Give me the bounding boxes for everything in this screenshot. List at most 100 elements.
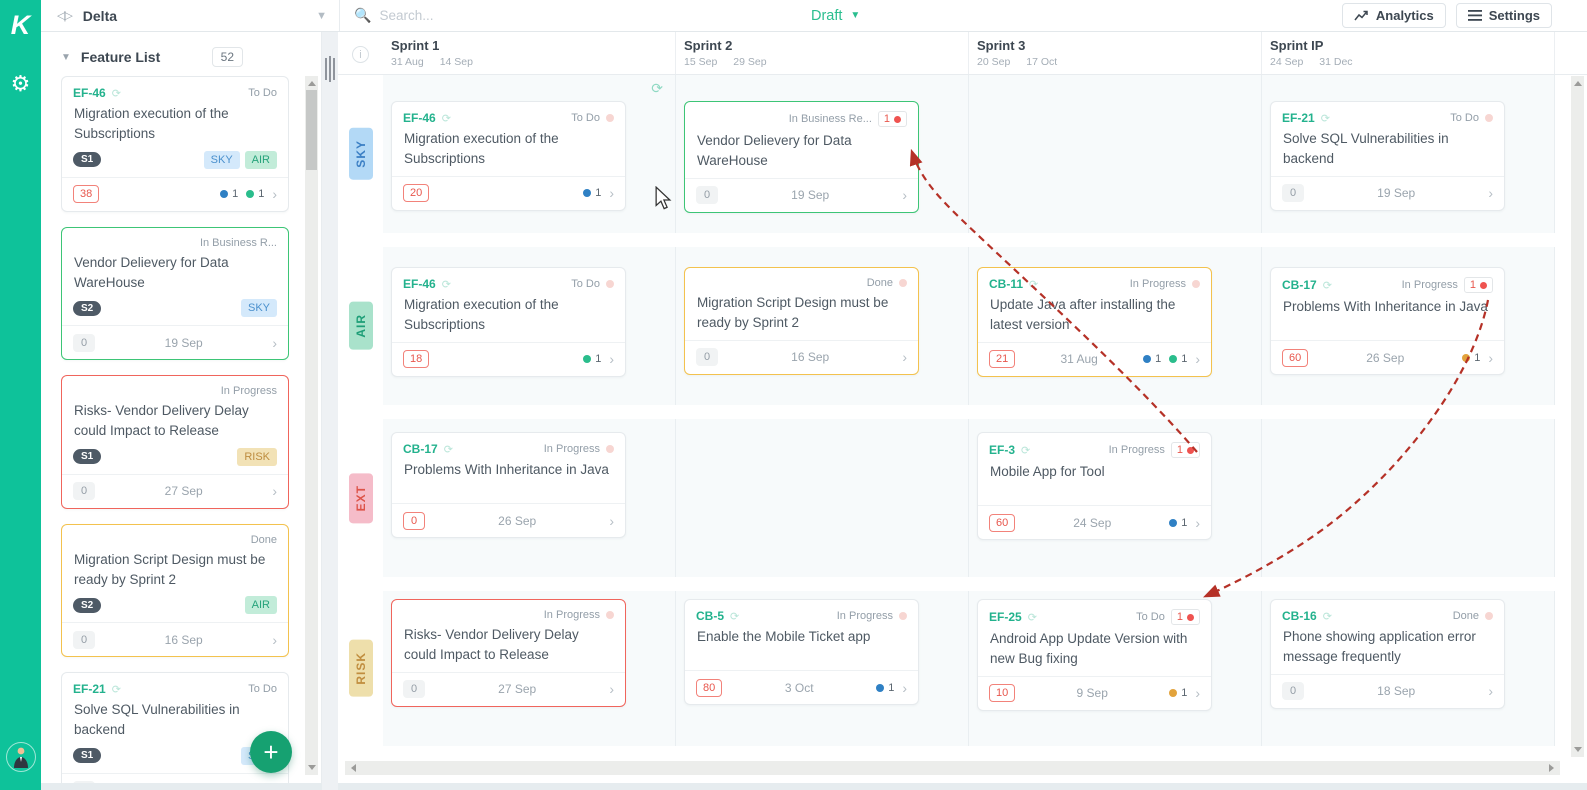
feature-list-scrollbar[interactable] — [305, 76, 318, 775]
scroll-up-icon[interactable] — [308, 81, 316, 86]
open-card-chevron-icon[interactable]: › — [272, 187, 277, 201]
open-card-chevron-icon[interactable]: › — [1488, 684, 1493, 698]
scrollbar-thumb[interactable] — [306, 90, 317, 170]
search-box[interactable]: 🔍 — [340, 7, 550, 24]
scroll-down-icon[interactable] — [1574, 747, 1582, 752]
board-horizontal-scrollbar[interactable] — [345, 761, 1560, 775]
alert-count: 1 — [1469, 279, 1476, 291]
open-card-chevron-icon[interactable]: › — [272, 484, 277, 498]
card-date: 19 Sep — [1377, 186, 1416, 200]
open-card-chevron-icon[interactable]: › — [1195, 352, 1200, 366]
open-card-chevron-icon[interactable]: › — [609, 514, 614, 528]
open-card-chevron-icon[interactable]: › — [609, 186, 614, 200]
open-card-chevron-icon[interactable]: › — [1195, 516, 1200, 530]
task-card[interactable]: In Progress Risks- Vendor Delivery Delay … — [61, 375, 289, 509]
task-card[interactable]: CB-17 ⟳ In Progress 1 Problems With Inherita… — [1270, 267, 1505, 375]
story-points-badge: 0 — [73, 482, 95, 500]
task-card[interactable]: EF-46 ⟳ To Do Migration execution of the Su… — [61, 76, 289, 212]
task-card[interactable]: CB-17 ⟳ In Progress Problems With Inheritan… — [391, 432, 626, 538]
card-footer: 20 1 › — [392, 175, 625, 210]
board-cell — [969, 75, 1262, 233]
refresh-icon[interactable]: ⟳ — [651, 80, 663, 97]
task-card[interactable]: In Business Re... 1 Vendor Delievery for D… — [684, 101, 919, 213]
resize-handle[interactable] — [325, 56, 335, 82]
card-header: Done — [685, 268, 918, 290]
board-cell — [1262, 419, 1555, 577]
team-tag: SKY — [240, 299, 277, 317]
card-header: In Progress — [392, 600, 625, 622]
avatar[interactable] — [5, 742, 36, 772]
open-card-chevron-icon[interactable]: › — [272, 336, 277, 350]
card-id: CB-11 — [989, 277, 1024, 291]
card-footer: 60 26 Sep 1 › — [1271, 340, 1504, 374]
card-id: EF-46 — [403, 111, 436, 125]
card-id: EF-25 — [989, 610, 1022, 624]
board-cell: In Progress Risks- Vendor Delivery Delay … — [383, 591, 676, 746]
alert-dot-icon — [894, 115, 901, 123]
open-card-chevron-icon[interactable]: › — [272, 633, 277, 647]
task-card[interactable]: Done Migration Script Design must be read… — [684, 267, 919, 375]
open-card-chevron-icon[interactable]: › — [902, 350, 907, 364]
search-input[interactable] — [379, 8, 550, 23]
row-label-air[interactable]: AIR — [348, 302, 373, 350]
open-card-chevron-icon[interactable]: › — [1488, 186, 1493, 200]
card-id: CB-16 — [1282, 609, 1317, 623]
collapse-chevron-icon[interactable]: ▼ — [61, 52, 71, 63]
open-card-chevron-icon[interactable]: › — [902, 188, 907, 202]
open-card-chevron-icon[interactable]: › — [902, 681, 907, 695]
sprint-start-date: 15 Sep — [684, 56, 718, 68]
board-mode-dropdown[interactable]: Draft ▼ — [811, 8, 860, 24]
count-dot: 1 — [1169, 353, 1187, 365]
card-date: 27 Sep — [498, 682, 537, 696]
task-card[interactable]: CB-16 ⟳ Done Phone showing application erro… — [1270, 599, 1505, 709]
task-card[interactable]: In Progress Risks- Vendor Delivery Delay … — [391, 599, 626, 707]
card-id: EF-46 — [73, 86, 106, 100]
open-card-chevron-icon[interactable]: › — [1195, 686, 1200, 700]
card-status: To Do — [571, 112, 600, 124]
expand-panel-icon[interactable]: ◁|▷ — [57, 9, 73, 22]
gear-icon[interactable]: ⚙ — [11, 73, 31, 95]
board-vertical-scrollbar[interactable] — [1571, 76, 1584, 757]
project-selector[interactable]: ◁|▷ Delta ▼ — [41, 0, 340, 31]
row-label-sky[interactable]: SKY — [348, 128, 373, 180]
story-points-badge: 60 — [1282, 348, 1309, 367]
card-header: In Business Re... 1 — [685, 102, 918, 128]
board-row: AIR EF-46 ⟳ To Do Migration execution of the… — [338, 247, 1555, 405]
row-label-gutter: AIR — [338, 247, 383, 405]
analytics-button[interactable]: Analytics — [1341, 3, 1446, 28]
task-card[interactable]: Done Migration Script Design must be read… — [61, 523, 289, 657]
board-cell: Done Migration Script Design must be read… — [676, 247, 969, 405]
task-card[interactable]: CB-5 ⟳ In Progress Enable the Mobile Ticket… — [684, 599, 919, 705]
task-card[interactable]: EF-46 ⟳ To Do Migration execution of the Su… — [391, 101, 626, 211]
row-label-ext[interactable]: EXT — [348, 472, 373, 524]
settings-button[interactable]: Settings — [1455, 3, 1552, 28]
row-label-gutter: SKY — [338, 75, 383, 233]
task-card[interactable]: EF-3 ⟳ In Progress 1 Mobile App for Tool 60 24… — [977, 432, 1212, 540]
scroll-left-icon[interactable] — [351, 764, 356, 772]
task-card[interactable]: EF-25 ⟳ To Do 1 Android App Update Version w… — [977, 599, 1212, 711]
open-card-chevron-icon[interactable]: › — [609, 352, 614, 366]
card-status: Done — [866, 277, 893, 289]
open-card-chevron-icon[interactable]: › — [1488, 351, 1493, 365]
story-points-badge: 20 — [403, 184, 430, 202]
task-card[interactable]: EF-21 ⟳ To Do Solve SQL Vulnerabilities in … — [1270, 101, 1505, 211]
info-icon[interactable]: i — [352, 46, 369, 63]
team-tag: AIR — [244, 150, 277, 169]
sync-icon: ⟳ — [111, 87, 121, 100]
sync-icon: ⟳ — [1029, 278, 1039, 291]
task-card[interactable]: In Business R... Vendor Delievery for Dat… — [61, 226, 289, 360]
scroll-right-icon[interactable] — [1549, 764, 1554, 772]
dot-icon — [1143, 355, 1152, 363]
alert-count-badge: 1 — [1170, 609, 1200, 625]
row-label-gutter: EXT — [338, 419, 383, 577]
add-feature-button[interactable]: + — [250, 731, 292, 773]
open-card-chevron-icon[interactable]: › — [609, 682, 614, 696]
card-id: CB-5 — [696, 609, 725, 623]
row-label-risk[interactable]: RISK — [348, 640, 373, 697]
scroll-down-icon[interactable] — [308, 765, 316, 770]
story-points-badge: 18 — [403, 350, 430, 368]
story-points-badge: 0 — [403, 680, 425, 698]
task-card[interactable]: CB-11 ⟳ In Progress Update Java after insta… — [977, 267, 1212, 377]
task-card[interactable]: EF-46 ⟳ To Do Migration execution of the Su… — [391, 267, 626, 377]
scroll-up-icon[interactable] — [1574, 81, 1582, 86]
